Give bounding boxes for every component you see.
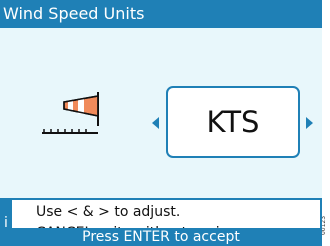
windsock-icon — [42, 92, 99, 134]
settings-panel: KTS i Use < & > to adjust. CANCEL exits … — [0, 28, 322, 246]
page-title: Wind Speed Units — [0, 0, 322, 28]
wind-speed-units-screen: Wind Speed Units KTS i Use < & > to adju… — [0, 0, 322, 246]
side-code-text: 00123 — [322, 215, 328, 236]
arrow-right-icon[interactable] — [306, 117, 313, 129]
side-code: 00123 — [322, 212, 330, 246]
arrow-left-icon[interactable] — [152, 117, 159, 129]
unit-value-selector[interactable]: KTS — [166, 86, 300, 158]
footer-hint: Press ENTER to accept — [0, 228, 322, 246]
